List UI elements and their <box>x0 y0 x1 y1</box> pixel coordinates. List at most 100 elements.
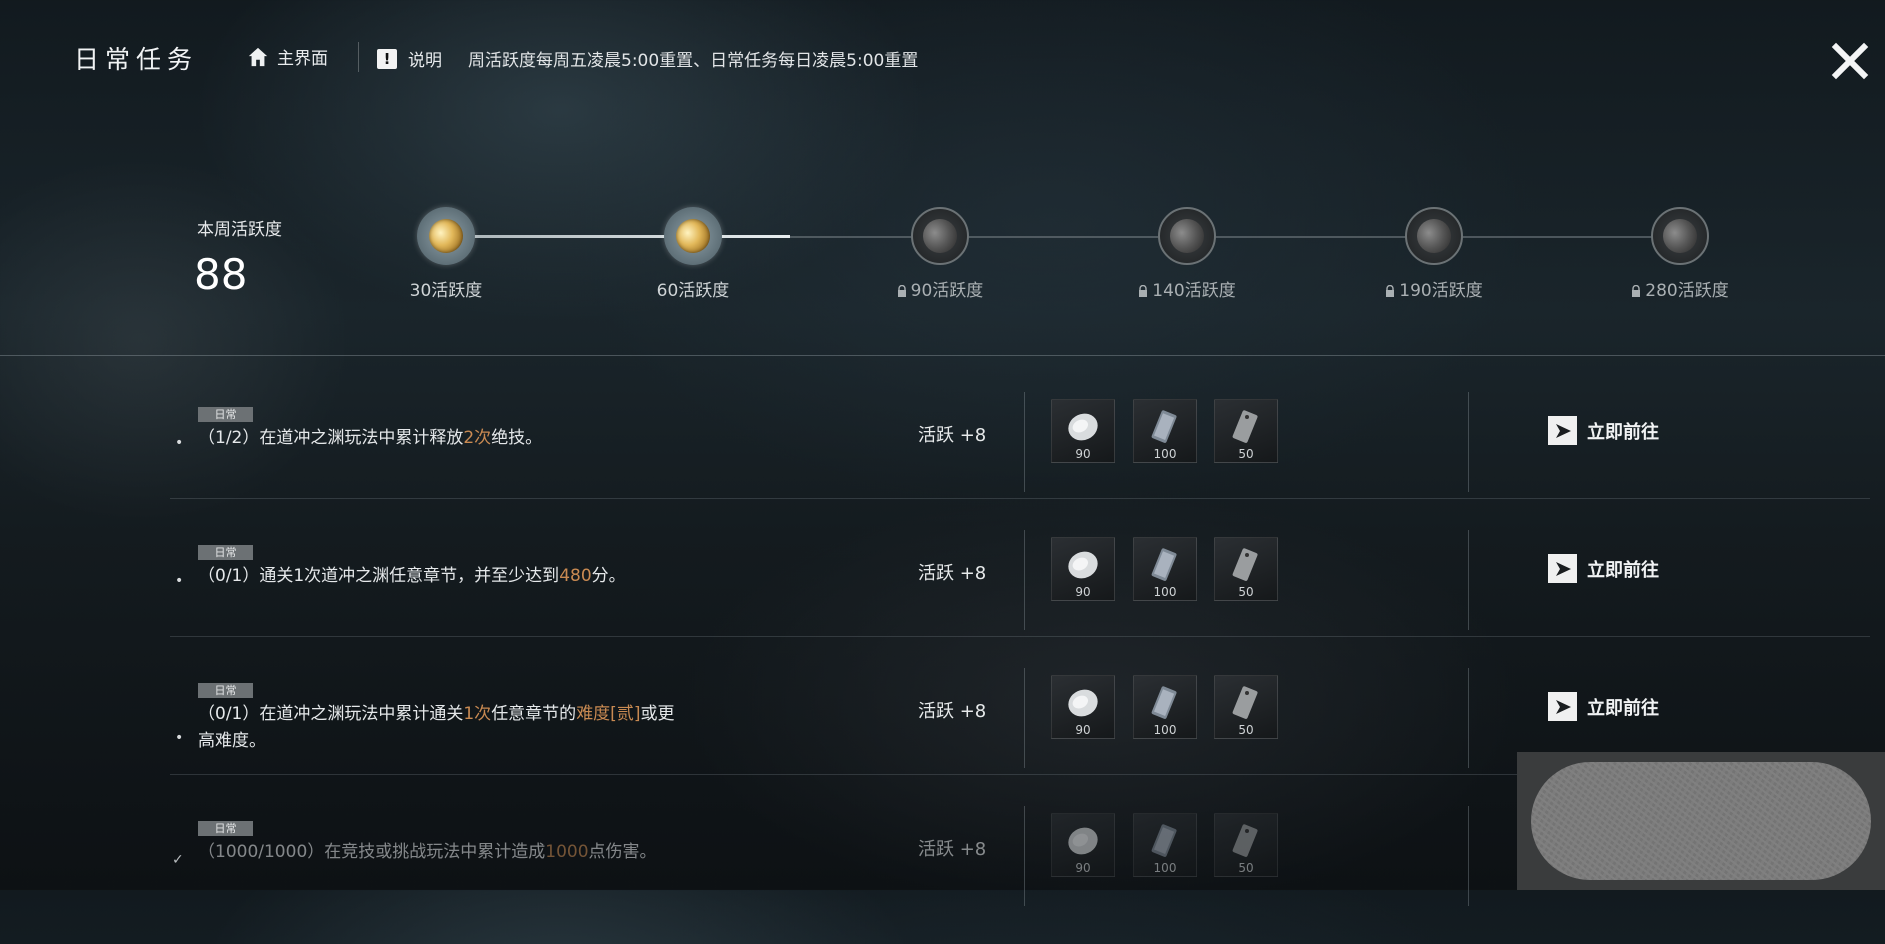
go-now-button[interactable]: 立即前往 <box>1548 692 1659 721</box>
milestone-text: 140活跃度 <box>1152 281 1236 301</box>
go-now-label: 立即前往 <box>1587 421 1659 443</box>
reward-item[interactable]: 90 <box>1051 813 1115 877</box>
task-text: 分。 <box>591 566 626 586</box>
reward-item[interactable]: 50 <box>1214 675 1278 739</box>
task-text: （1/2）在道冲之渊玩法中累计释放 <box>198 428 464 448</box>
go-now-label: 立即前往 <box>1587 697 1659 719</box>
milestone-text: 280活跃度 <box>1645 281 1729 301</box>
home-icon <box>248 47 268 66</box>
milestone-text: 30活跃度 <box>409 281 483 301</box>
milestone-chest-6[interactable] <box>1651 207 1709 265</box>
reward-item[interactable]: 90 <box>1051 675 1115 739</box>
task-text: （0/1）通关1次道冲之渊任意章节，并至少达到 <box>198 566 560 586</box>
coin-icon <box>917 213 963 259</box>
lock-icon <box>1632 285 1641 297</box>
go-now-button[interactable]: 立即前往 <box>1548 416 1659 445</box>
milestone-chest-2[interactable] <box>664 207 722 265</box>
home-button[interactable]: 主界面 <box>247 44 328 69</box>
milestone-label: 30活跃度 <box>410 276 483 301</box>
column-divider <box>1468 530 1469 630</box>
task-text: 或更 <box>640 704 675 724</box>
daily-tag: 日常 <box>198 407 253 422</box>
coin-icon <box>670 213 716 259</box>
milestone-label: 60活跃度 <box>657 276 730 301</box>
arrow-right-icon <box>1548 554 1577 583</box>
lock-icon <box>1139 285 1148 297</box>
close-icon <box>1831 42 1869 80</box>
reward-item[interactable]: 50 <box>1214 399 1278 463</box>
task-highlight: 480 <box>559 566 592 586</box>
activity-points: 活跃 +8 <box>918 563 987 584</box>
milestone-text: 190活跃度 <box>1399 281 1483 301</box>
reward-count: 90 <box>1075 585 1091 599</box>
task-text: （0/1）在道冲之渊玩法中累计通关 <box>198 704 464 724</box>
lock-icon <box>897 285 906 297</box>
column-divider <box>1024 668 1025 768</box>
milestone-label: 140活跃度 <box>1138 276 1236 301</box>
progress-fill <box>446 235 790 238</box>
bullet-icon: • <box>175 573 184 589</box>
reward-item[interactable]: 100 <box>1133 537 1197 601</box>
reward-item[interactable]: 100 <box>1133 813 1197 877</box>
daily-tag: 日常 <box>198 545 253 560</box>
reward-item[interactable]: 100 <box>1133 399 1197 463</box>
reward-count: 50 <box>1238 585 1254 599</box>
info-button[interactable]: ! 说明 <box>377 46 442 71</box>
coin-icon <box>1411 213 1457 259</box>
milestone-chest-5[interactable] <box>1405 207 1463 265</box>
milestone-label: 280活跃度 <box>1631 276 1729 301</box>
reward-item[interactable]: 90 <box>1051 537 1115 601</box>
reward-count: 50 <box>1238 861 1254 875</box>
reward-item[interactable]: 50 <box>1214 537 1278 601</box>
milestone-text: 90活跃度 <box>910 281 984 301</box>
column-divider <box>1024 530 1025 630</box>
reward-count: 90 <box>1075 723 1091 737</box>
arrow-right-icon <box>1548 692 1577 721</box>
task-text: 高难度。 <box>198 731 266 751</box>
weekly-activity-label: 本周活跃度 <box>197 220 282 240</box>
section-divider <box>0 355 1885 356</box>
task-row: 日常 • （1/2）在道冲之渊玩法中累计释放2次绝技。 活跃 +8 90 100 50 立即前… <box>0 392 1885 530</box>
reward-count: 50 <box>1238 447 1254 461</box>
column-divider <box>1024 806 1025 906</box>
reset-notice: 周活跃度每周五凌晨5:00重置、日常任务每日凌晨5:00重置 <box>468 51 919 71</box>
coin-icon <box>1657 213 1703 259</box>
reward-count: 100 <box>1153 447 1177 461</box>
column-divider <box>1468 668 1469 768</box>
header-divider <box>358 42 359 72</box>
activity-points: 活跃 +8 <box>918 839 987 860</box>
info-label: 说明 <box>408 51 442 71</box>
lock-icon <box>1386 285 1395 297</box>
milestone-label: 190活跃度 <box>1385 276 1483 301</box>
reward-item[interactable]: 90 <box>1051 399 1115 463</box>
task-description: （0/1）在道冲之渊玩法中累计通关1次任意章节的难度[贰]或更 高难度。 <box>198 701 758 755</box>
column-divider <box>1468 392 1469 492</box>
task-description: （0/1）通关1次道冲之渊任意章节，并至少达到480分。 <box>198 563 758 590</box>
reward-count: 100 <box>1153 585 1177 599</box>
task-highlight: 难度[贰] <box>576 704 641 724</box>
reward-count: 50 <box>1238 723 1254 737</box>
milestone-chest-1[interactable] <box>417 207 475 265</box>
top-bar: 日常任务 主界面 ! 说明 周活跃度每周五凌晨5:00重置、日常任务每日凌晨5:… <box>0 0 1885 118</box>
activity-points: 活跃 +8 <box>918 701 987 722</box>
watermark-overlay <box>1517 752 1885 890</box>
check-icon: ✓ <box>172 852 184 868</box>
column-divider <box>1468 806 1469 906</box>
go-now-button[interactable]: 立即前往 <box>1548 554 1659 583</box>
milestone-chest-4[interactable] <box>1158 207 1216 265</box>
task-description: （1000/1000）在竞技或挑战玩法中累计造成1000点伤害。 <box>198 839 758 866</box>
reward-item[interactable]: 50 <box>1214 813 1278 877</box>
task-text: 点伤害。 <box>588 842 657 862</box>
home-label: 主界面 <box>277 49 328 69</box>
reward-item[interactable]: 100 <box>1133 675 1197 739</box>
reward-count: 100 <box>1153 861 1177 875</box>
bullet-icon: • <box>175 435 184 451</box>
task-highlight: 2次 <box>463 428 492 448</box>
milestone-chest-3[interactable] <box>911 207 969 265</box>
task-description: （1/2）在道冲之渊玩法中累计释放2次绝技。 <box>198 425 758 452</box>
activity-points: 活跃 +8 <box>918 425 987 446</box>
go-now-label: 立即前往 <box>1587 559 1659 581</box>
close-button[interactable] <box>1831 42 1869 80</box>
milestone-text: 60活跃度 <box>656 281 730 301</box>
column-divider <box>1024 392 1025 492</box>
